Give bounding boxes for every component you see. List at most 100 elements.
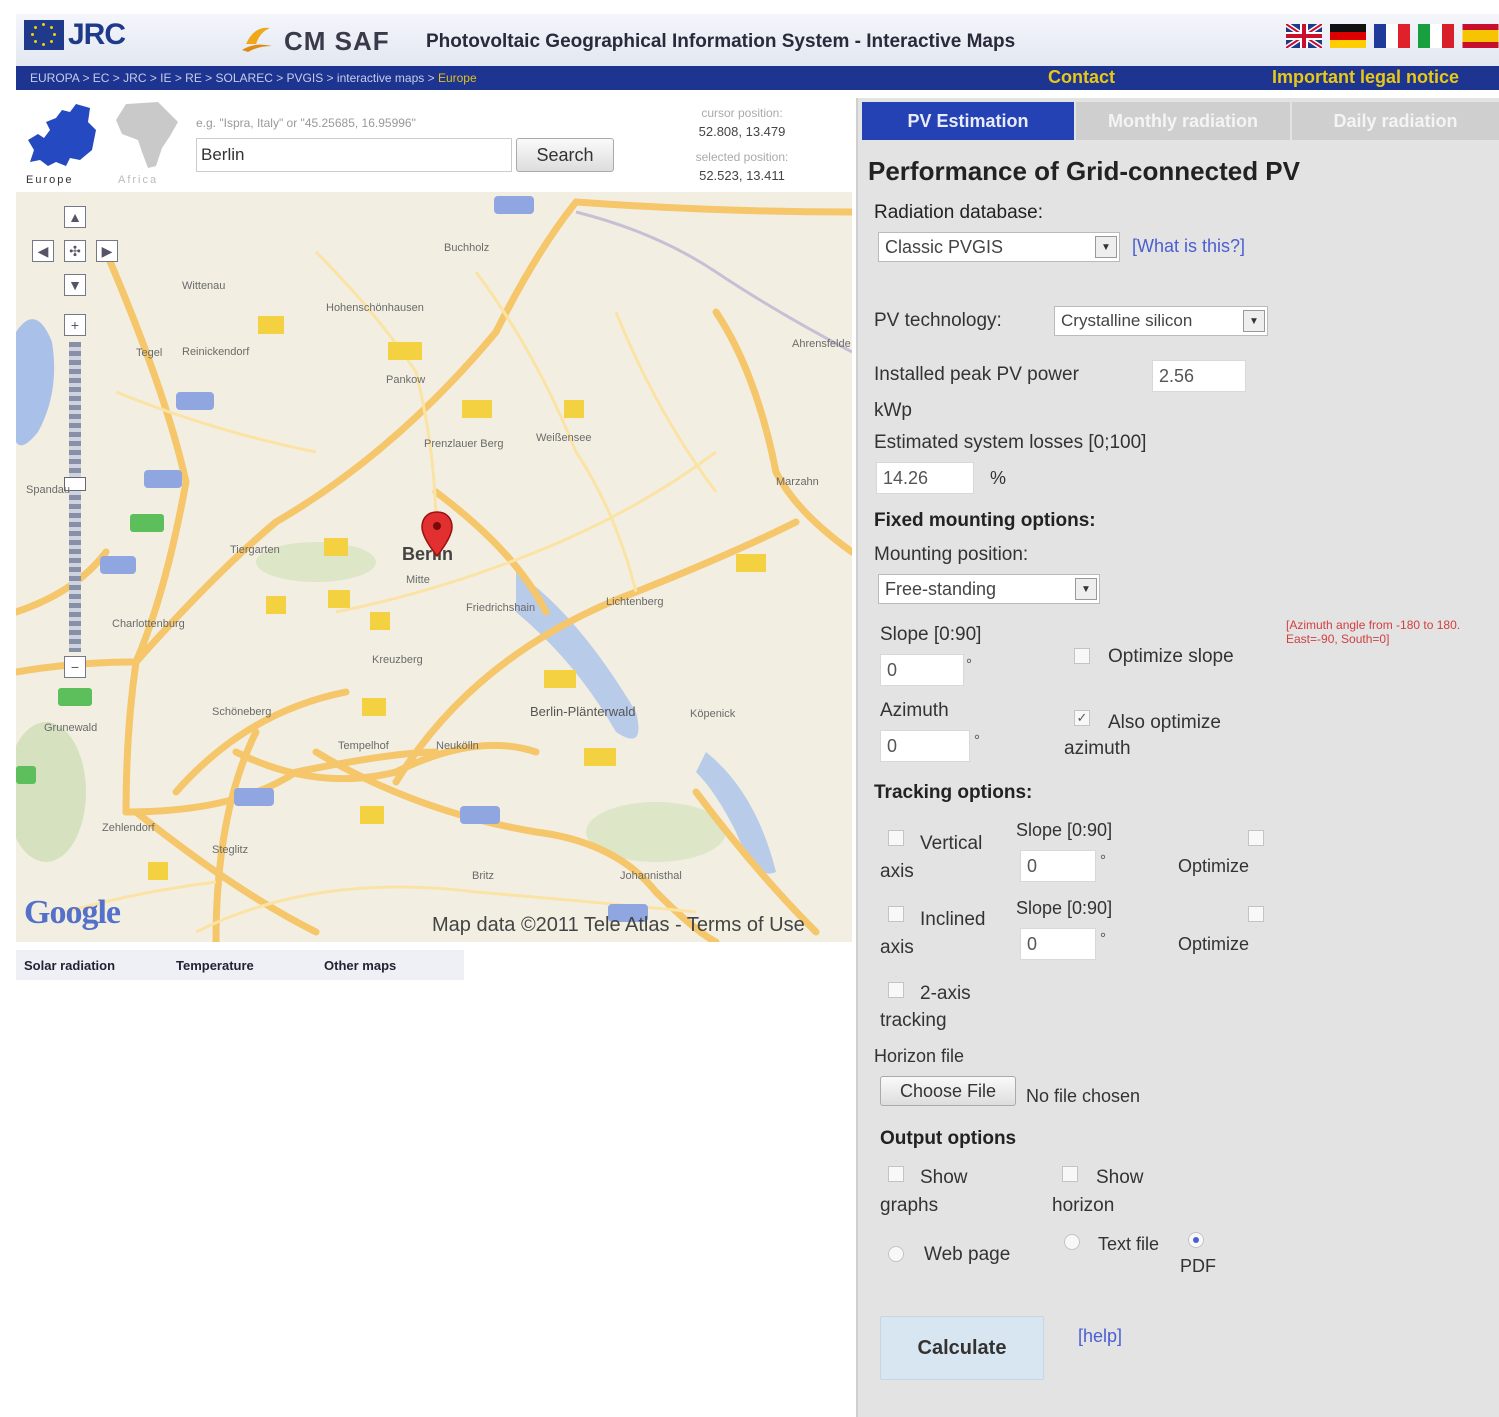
app-title: Photovoltaic Geographical Information Sy… xyxy=(426,31,1016,52)
place-label: Hohenschönhausen xyxy=(326,302,424,314)
breadcrumb-current[interactable]: Europe xyxy=(438,71,477,85)
tab-pv-estimation[interactable]: PV Estimation xyxy=(862,102,1074,140)
place-label: Reinickendorf xyxy=(182,346,250,358)
location-search-input[interactable] xyxy=(196,138,512,172)
place-label: Wittenau xyxy=(182,280,226,292)
flag-uk-icon[interactable] xyxy=(1286,24,1322,48)
vertical-slope-label: Slope [0:90] xyxy=(1016,820,1113,840)
place-label: Köpenick xyxy=(690,708,736,720)
degree-symbol: ° xyxy=(1100,852,1106,869)
what-is-this-link[interactable]: [What is this?] xyxy=(1132,236,1245,257)
slope-input[interactable] xyxy=(880,654,964,686)
inclined-optimize-label: Optimize xyxy=(1178,934,1250,954)
peak-power-unit: kWp xyxy=(874,400,912,421)
europe-map-icon[interactable] xyxy=(26,100,98,170)
system-losses-label: Estimated system losses [0;100] xyxy=(874,432,1147,453)
vertical-slope-input[interactable] xyxy=(1020,850,1096,882)
choose-file-button[interactable]: Choose File xyxy=(880,1076,1016,1106)
cmsaf-logo[interactable]: CM SAF xyxy=(284,26,390,57)
map-attribution[interactable]: Map data ©2011 Tele Atlas - Terms of Use xyxy=(432,914,805,937)
cursor-position-value: 52.808, 13.479 xyxy=(698,124,786,139)
vertical-optimize-label: Optimize xyxy=(1178,856,1250,876)
place-label: Mitte xyxy=(406,574,430,586)
web-page-radio[interactable] xyxy=(888,1246,904,1262)
place-label: Britz xyxy=(472,870,494,882)
calculate-button[interactable]: Calculate xyxy=(880,1316,1044,1380)
web-page-label: Web page xyxy=(924,1244,1011,1265)
two-axis-label: 2-axis tracking xyxy=(880,983,971,1031)
flag-fr-icon[interactable] xyxy=(1374,24,1410,48)
cmsaf-sun-icon xyxy=(242,27,272,52)
interactive-map[interactable]: ▲ ◀ ✣ ▶ ▼ + − Tegel Pankow Weißensee Hoh… xyxy=(16,192,852,942)
radiation-db-label: Radiation database: xyxy=(874,202,1044,223)
radiation-db-select[interactable]: Classic PVGIS ▼ xyxy=(878,232,1120,262)
contact-link[interactable]: Contact xyxy=(1048,67,1115,88)
place-label: Ahrensfelde xyxy=(792,338,851,350)
chevron-down-icon: ▼ xyxy=(1243,310,1265,332)
inclined-axis-label: Inclined axis xyxy=(880,909,986,958)
eu-flag-icon xyxy=(24,20,64,50)
place-label: Marzahn xyxy=(776,476,819,488)
tab-temperature[interactable]: Temperature xyxy=(176,958,254,973)
pdf-label: PDF xyxy=(1180,1256,1216,1276)
azimuth-input[interactable] xyxy=(880,730,970,762)
place-label: Neukölln xyxy=(436,740,479,752)
selected-position-value: 52.523, 13.411 xyxy=(699,168,785,183)
vertical-optimize-checkbox[interactable] xyxy=(1248,830,1264,846)
place-label: Weißensee xyxy=(536,432,592,444)
place-label: Buchholz xyxy=(444,242,490,254)
place-label: Kreuzberg xyxy=(372,654,423,666)
jrc-logo[interactable]: JRC xyxy=(68,18,126,52)
place-label: Prenzlauer Berg xyxy=(424,438,504,450)
pdf-radio[interactable] xyxy=(1188,1232,1204,1248)
show-horizon-label: Show horizon xyxy=(1052,1167,1144,1216)
slope-label: Slope [0:90] xyxy=(880,624,982,645)
place-label: Schöneberg xyxy=(212,706,272,718)
place-label: Tempelhof xyxy=(338,740,389,752)
region-africa-label[interactable]: Africa xyxy=(118,174,158,186)
place-label: Friedrichshain xyxy=(466,602,536,614)
breadcrumb[interactable]: EUROPA > EC > JRC > IE > RE > SOLAREC > … xyxy=(30,71,477,85)
inclined-slope-label: Slope [0:90] xyxy=(1016,898,1113,918)
legal-notice-link[interactable]: Important legal notice xyxy=(1272,67,1459,88)
mounting-position-label: Mounting position: xyxy=(874,544,1029,565)
system-losses-input[interactable] xyxy=(876,462,974,494)
inclined-optimize-checkbox[interactable] xyxy=(1248,906,1264,922)
place-label: Steglitz xyxy=(212,844,249,856)
place-label: Lichtenberg xyxy=(606,596,664,608)
place-label: Pankow xyxy=(386,374,426,386)
africa-map-icon[interactable] xyxy=(112,100,182,170)
flag-it-icon[interactable] xyxy=(1418,24,1454,48)
text-file-label: Text file xyxy=(1098,1234,1160,1254)
location-marker-icon[interactable] xyxy=(420,510,454,560)
chevron-down-icon: ▼ xyxy=(1075,578,1097,600)
tab-solar-radiation[interactable]: Solar radiation xyxy=(24,958,115,973)
azimuth-note: [Azimuth angle from -180 to 180. East=-9… xyxy=(1286,618,1461,646)
also-optimize-label: Also optimize azimuth xyxy=(1064,712,1221,759)
show-graphs-label: Show graphs xyxy=(880,1167,968,1216)
help-link[interactable]: [help] xyxy=(1078,1326,1122,1347)
place-label: Tegel xyxy=(136,347,163,359)
tab-monthly-radiation[interactable]: Monthly radiation xyxy=(1076,102,1290,140)
tab-other-maps[interactable]: Other maps xyxy=(324,958,396,973)
mounting-position-select[interactable]: Free-standing ▼ xyxy=(878,574,1100,604)
google-logo[interactable]: Google xyxy=(24,894,121,932)
fixed-mounting-heading: Fixed mounting options: xyxy=(874,510,1096,531)
pv-tech-select[interactable]: Crystalline silicon ▼ xyxy=(1054,306,1268,336)
flag-es-icon[interactable] xyxy=(1462,24,1499,48)
optimize-slope-checkbox[interactable] xyxy=(1074,648,1090,664)
flag-de-icon[interactable] xyxy=(1330,24,1366,48)
search-hint: e.g. "Ispra, Italy" or "45.25685, 16.959… xyxy=(196,116,416,130)
degree-symbol: ° xyxy=(966,656,972,673)
place-label: Tiergarten xyxy=(230,544,280,556)
output-options-heading: Output options xyxy=(880,1128,1017,1149)
chevron-down-icon: ▼ xyxy=(1095,236,1117,258)
search-button[interactable]: Search xyxy=(516,138,614,172)
inclined-slope-input[interactable] xyxy=(1020,928,1096,960)
place-label: Berlin-Plänterwald xyxy=(530,704,636,719)
degree-symbol: ° xyxy=(974,732,980,749)
place-label: Charlottenburg xyxy=(112,618,185,630)
tab-daily-radiation[interactable]: Daily radiation xyxy=(1292,102,1499,140)
region-europe-label[interactable]: Europe xyxy=(26,174,73,186)
peak-power-input[interactable] xyxy=(1152,360,1246,392)
